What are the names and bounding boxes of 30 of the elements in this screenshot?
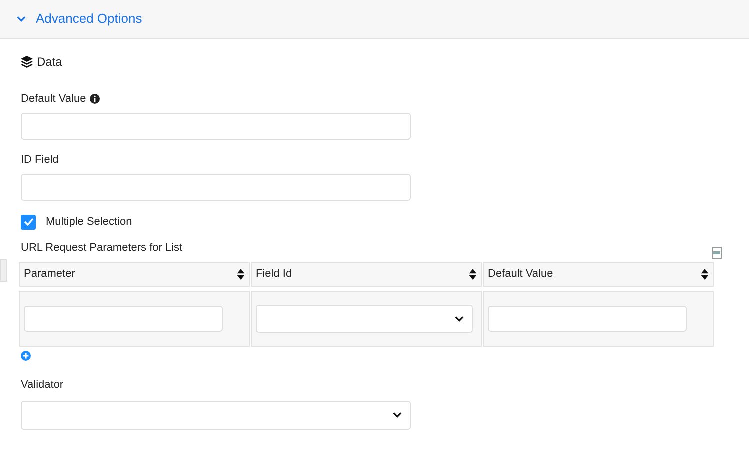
select-field[interactable]: [21, 400, 411, 430]
select-field[interactable]: [256, 305, 473, 333]
add-icon[interactable]: [21, 351, 31, 361]
table-title: URL Request Parameters for List: [21, 240, 183, 256]
sort-icon[interactable]: [237, 269, 245, 280]
column-header[interactable]: Parameter: [19, 262, 250, 287]
column-header[interactable]: Default Value: [483, 262, 714, 287]
chevron-down-icon: [393, 412, 402, 418]
checkbox[interactable]: [21, 214, 36, 230]
resize-handle[interactable]: [0, 259, 7, 282]
section-title: Advanced Options: [36, 10, 142, 28]
sort-icon[interactable]: [469, 269, 477, 280]
text-field[interactable]: [488, 306, 687, 332]
csv-file-icon[interactable]: [712, 247, 722, 259]
sort-icon[interactable]: [701, 269, 709, 280]
field-label: ID Field: [21, 152, 59, 168]
section-header[interactable]: Advanced Options: [0, 0, 749, 39]
text-field[interactable]: [21, 174, 411, 201]
text-field[interactable]: [24, 306, 223, 332]
chevron-down-icon: [455, 316, 464, 322]
checkbox-label: Multiple Selection: [46, 215, 132, 230]
text-field[interactable]: [21, 113, 411, 140]
group-title: Data: [37, 54, 62, 71]
info-icon: [90, 94, 100, 104]
check-icon: [24, 218, 34, 226]
field-label: Validator: [21, 378, 65, 393]
chevron-down-icon: [17, 16, 26, 22]
column-header[interactable]: Field Id: [251, 262, 482, 287]
field-label: Default Value: [21, 92, 86, 107]
layers-icon: [21, 56, 33, 68]
